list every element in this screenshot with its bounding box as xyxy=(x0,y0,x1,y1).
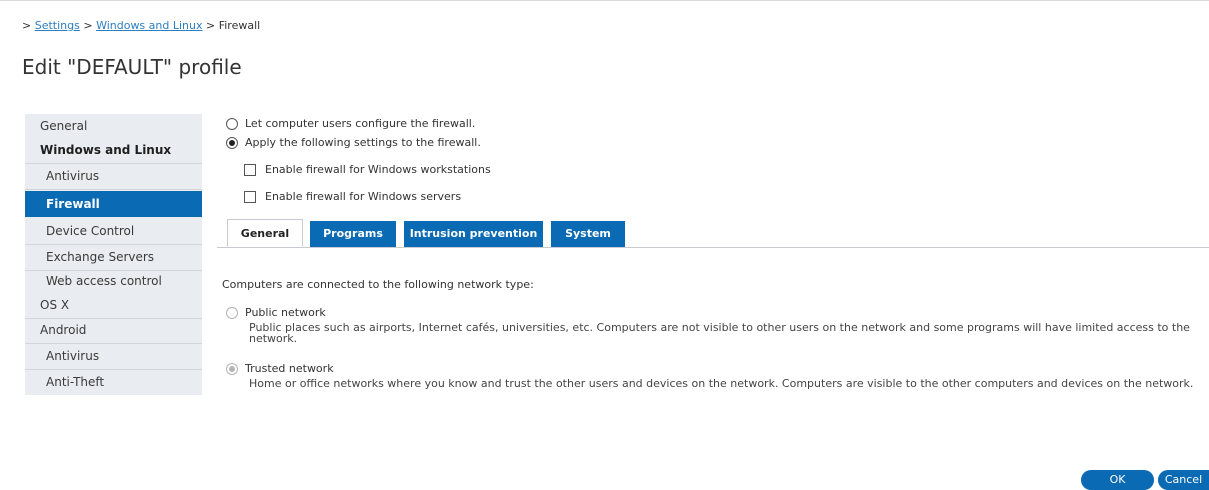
cancel-button[interactable]: Cancel xyxy=(1158,470,1209,490)
page-title: Edit "DEFAULT" profile xyxy=(22,55,242,79)
radio-option-apply-settings[interactable]: Apply the following settings to the fire… xyxy=(226,136,481,149)
radio-option-trusted-network[interactable]: Trusted network xyxy=(226,362,334,375)
top-border xyxy=(0,0,1209,1)
breadcrumb-current: Firewall xyxy=(218,19,261,32)
sidebar-divider xyxy=(25,189,202,190)
ok-button[interactable]: OK xyxy=(1081,470,1154,490)
checkbox-label: Enable firewall for Windows servers xyxy=(265,190,462,203)
sidebar-item-windows-linux[interactable]: Windows and Linux xyxy=(25,138,202,163)
breadcrumb-link-settings[interactable]: Settings xyxy=(35,19,80,32)
trusted-network-description: Home or office networks where you know a… xyxy=(249,377,1194,390)
sidebar-item-anti-theft[interactable]: Anti-Theft xyxy=(25,370,202,395)
checkbox[interactable] xyxy=(244,190,256,203)
radio-option-public-network[interactable]: Public network xyxy=(226,306,326,319)
radio-button[interactable] xyxy=(226,306,238,319)
tab-system[interactable]: System xyxy=(551,221,625,247)
sidebar-item-exchange-servers[interactable]: Exchange Servers xyxy=(25,245,202,270)
checkbox-windows-servers[interactable]: Enable firewall for Windows servers xyxy=(244,190,461,203)
trusted-network-title: Trusted network xyxy=(245,362,334,375)
breadcrumb-prefix: > xyxy=(22,19,32,32)
tab-general[interactable]: General xyxy=(227,219,303,247)
tab-programs[interactable]: Programs xyxy=(310,221,396,247)
radio-button[interactable] xyxy=(226,117,238,130)
breadcrumb: > Settings > Windows and Linux > Firewal… xyxy=(22,19,260,32)
radio-button-selected[interactable] xyxy=(226,136,238,149)
breadcrumb-separator: > xyxy=(206,19,216,32)
radio-option-user-configure[interactable]: Let computer users configure the firewal… xyxy=(226,117,475,130)
public-network-description: Public places such as airports, Internet… xyxy=(249,321,1190,345)
sidebar-item-os-x[interactable]: OS X xyxy=(25,293,202,318)
breadcrumb-link-windows-linux[interactable]: Windows and Linux xyxy=(96,19,202,32)
breadcrumb-separator: > xyxy=(83,19,93,32)
sidebar-item-android[interactable]: Android xyxy=(25,318,202,343)
radio-button-selected[interactable] xyxy=(226,362,238,375)
checkbox[interactable] xyxy=(244,163,256,176)
sidebar-item-device-control[interactable]: Device Control xyxy=(25,219,202,244)
sidebar-item-general[interactable]: General xyxy=(25,114,202,139)
sidebar-item-web-access-control[interactable]: Web access control xyxy=(25,269,202,294)
network-type-label: Computers are connected to the following… xyxy=(222,278,534,291)
sidebar-item-firewall[interactable]: Firewall xyxy=(25,191,202,217)
sidebar-item-android-antivirus[interactable]: Antivirus xyxy=(25,344,202,369)
public-network-title: Public network xyxy=(245,306,326,319)
radio-label: Apply the following settings to the fire… xyxy=(245,136,481,149)
sidebar: General Windows and Linux Antivirus Fire… xyxy=(25,114,202,395)
tab-intrusion-prevention[interactable]: Intrusion prevention xyxy=(404,221,543,247)
tab-bar-underline xyxy=(217,247,1209,248)
radio-label: Let computer users configure the firewal… xyxy=(245,117,476,130)
checkbox-windows-workstations[interactable]: Enable firewall for Windows workstations xyxy=(244,163,491,176)
checkbox-label: Enable firewall for Windows workstations xyxy=(265,163,491,176)
sidebar-item-antivirus[interactable]: Antivirus xyxy=(25,164,202,189)
